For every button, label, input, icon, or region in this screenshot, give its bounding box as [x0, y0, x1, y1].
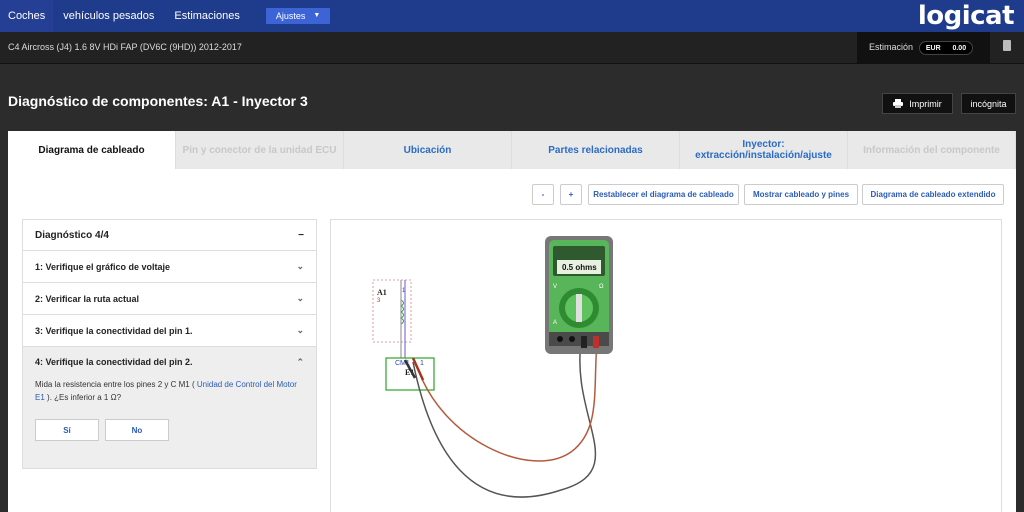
tab-wiring-diagram[interactable]: Diagrama de cableado — [8, 131, 176, 169]
vehicle-name: C4 Aircross (J4) 1.6 8V HDi FAP (DV6C (9… — [8, 42, 242, 52]
zoom-in-button[interactable]: + — [560, 184, 582, 205]
estimate-amount-pill: EUR 0.00 — [919, 41, 973, 55]
step-4-description: Mida la resistencia entre los pines 2 y … — [35, 378, 304, 404]
estimate-box[interactable]: Estimación EUR 0.00 — [857, 32, 990, 64]
step-3[interactable]: 3: Verifique la conectividad del pin 1. … — [22, 315, 317, 347]
step-label: 4: Verifique la conectividad del pin 2. — [35, 357, 193, 367]
chevron-down-icon: ⌄ — [296, 293, 304, 303]
logo: logicat — [917, 1, 1015, 31]
desc-text-a: Mida la resistencia entre los pines 2 y … — [35, 380, 195, 389]
yes-button[interactable]: Sí — [35, 419, 99, 441]
chevron-up-icon: ⌃ — [296, 357, 304, 367]
diagnosis-header[interactable]: Diagnóstico 4/4 − — [22, 219, 317, 251]
multimeter-ohm-label: Ω — [599, 284, 604, 290]
tab-bar: Diagrama de cableado Pin y conector de l… — [8, 131, 1016, 169]
estimate-currency: EUR — [925, 44, 941, 52]
multimeter-a-label: A — [553, 320, 557, 326]
chevron-down-icon: ⌄ — [296, 261, 304, 271]
multimeter-port-a — [557, 336, 563, 342]
connector-pin-label: 1 — [420, 360, 424, 367]
red-probe-plug — [593, 336, 599, 348]
page-title: Diagnóstico de componentes: A1 - Inyecto… — [8, 93, 308, 109]
settings-label: Ajustes — [275, 11, 306, 21]
multimeter-port-com — [569, 336, 575, 342]
step-label: 3: Verifique la conectividad del pin 1. — [35, 325, 193, 336]
desc-text-b: ). ¿Es inferior a 1 Ω? — [47, 393, 122, 402]
settings-dropdown[interactable]: Ajustes ▼ — [265, 8, 331, 24]
zoom-out-button[interactable]: - — [532, 184, 554, 205]
diagnosis-accordion: Diagnóstico 4/4 − 1: Verifique el gráfic… — [22, 219, 317, 469]
black-probe-lead — [412, 341, 597, 498]
tab-component-info[interactable]: Información del componente — [848, 131, 1016, 169]
multimeter-v-label: V — [553, 284, 557, 290]
wiring-diagram-svg: A1 3 1 CM1 1 E1 0.5 ohms V Ω A — [372, 236, 613, 498]
content-panel: Diagrama de cableado Pin y conector de l… — [8, 131, 1016, 512]
printer-icon — [893, 99, 904, 108]
tab-injector-procedures[interactable]: Inyector: extracción/instalación/ajuste — [680, 131, 848, 169]
component-a1-label: A1 — [377, 288, 387, 297]
estimate-label: Estimación — [869, 42, 914, 52]
chevron-down-icon: ▼ — [313, 12, 321, 19]
calculator-icon[interactable] — [1003, 40, 1011, 51]
pin-3-label: 3 — [377, 298, 381, 304]
show-wiring-button[interactable]: Mostrar cableado y pines — [744, 184, 858, 205]
wiring-diagram[interactable]: A1 3 1 CM1 1 E1 0.5 ohms V Ω A — [330, 219, 1002, 512]
multimeter-reading: 0.5 ohms — [562, 263, 597, 272]
nav-heavy-vehicles[interactable]: vehículos pesados — [53, 0, 164, 32]
step-4-header[interactable]: 4: Verifique la conectividad del pin 2. … — [35, 357, 304, 368]
black-probe-plug — [581, 336, 587, 348]
incognito-button[interactable]: incógnita — [961, 93, 1016, 114]
nav-cars[interactable]: Coches — [0, 0, 54, 32]
step-label: 2: Verificar la ruta actual — [35, 293, 140, 304]
print-label: Imprimir — [909, 98, 942, 109]
collapse-icon: − — [298, 229, 304, 241]
extended-diagram-button[interactable]: Diagrama de cableado extendido — [862, 184, 1004, 205]
reset-diagram-button[interactable]: Restablecer el diagrama de cableado — [588, 184, 739, 205]
step-1[interactable]: 1: Verifique el gráfico de voltaje ⌄ — [22, 251, 317, 283]
top-nav: Coches vehículos pesados Estimaciones Aj… — [0, 0, 1024, 32]
nav-estimates[interactable]: Estimaciones — [164, 0, 249, 32]
tab-ecu-pin-connector[interactable]: Pin y conector de la unidad ECU — [176, 131, 344, 169]
print-button[interactable]: Imprimir — [882, 93, 953, 114]
diagnosis-title: Diagnóstico 4/4 — [35, 229, 109, 241]
step-4-open: 4: Verifique la conectividad del pin 2. … — [22, 347, 317, 469]
tab-related-parts[interactable]: Partes relacionadas — [512, 131, 680, 169]
no-button[interactable]: No — [105, 419, 169, 441]
multimeter: 0.5 ohms V Ω A — [545, 236, 613, 354]
step-label: 1: Verifique el gráfico de voltaje — [35, 261, 171, 272]
estimate-amount: 0.00 — [952, 44, 967, 52]
tab-location[interactable]: Ubicación — [344, 131, 512, 169]
red-probe-lead — [416, 341, 598, 462]
step-2[interactable]: 2: Verificar la ruta actual ⌄ — [22, 283, 317, 315]
chevron-down-icon: ⌄ — [296, 325, 304, 335]
